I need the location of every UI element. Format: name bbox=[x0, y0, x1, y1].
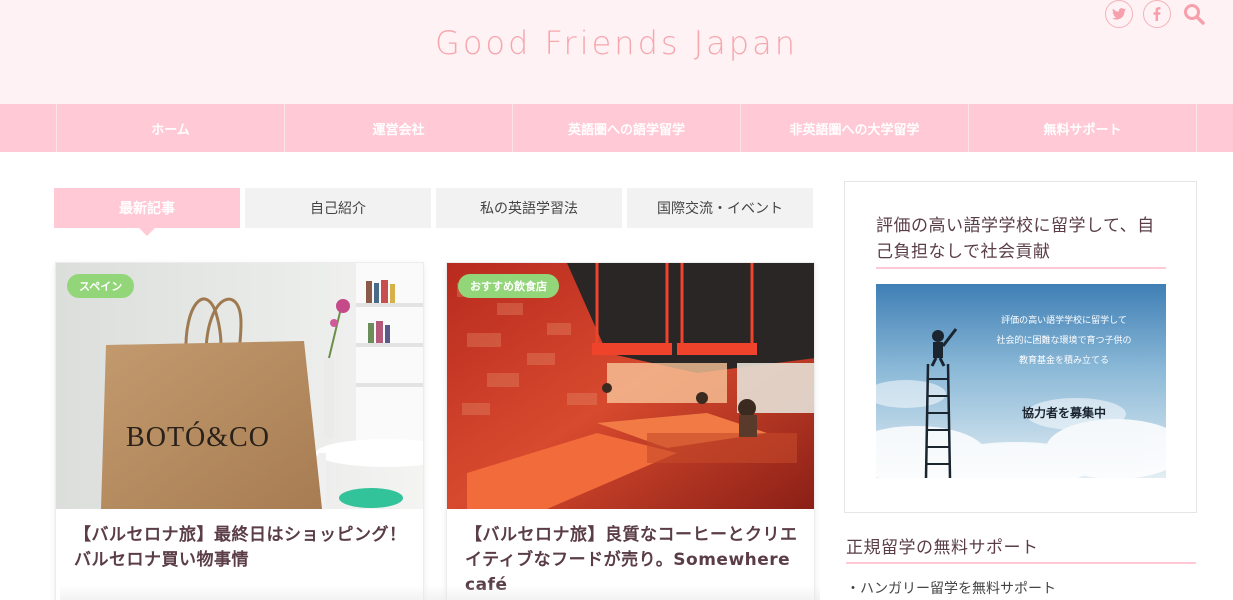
article-card[interactable]: BOTÓ&CO スペイン 【バルセロナ旅】最終日はショッピング！バルセロナ買い物… bbox=[55, 262, 424, 600]
tab-events[interactable]: 国際交流・イベント bbox=[627, 188, 813, 228]
search-icon[interactable] bbox=[1181, 1, 1207, 27]
article-tabs: 最新記事 自己紹介 私の英語学習法 国際交流・イベント bbox=[54, 188, 813, 236]
global-nav: ホーム 運営会社 英語圏への語学留学 非英語圏への大学留学 無料サポート bbox=[0, 104, 1233, 152]
section-title: 正規留学の無料サポート bbox=[846, 533, 1196, 564]
site-header: Good Friends Japan bbox=[0, 0, 1233, 104]
banner-line-2: 社会的に困難な環境で育つ子供の bbox=[996, 334, 1131, 346]
donation-banner[interactable]: 評価の高い語学学校に留学して 社会的に困難な環境で育つ子供の 教育基金を積み立て… bbox=[876, 284, 1166, 478]
banner-line-1: 評価の高い語学学校に留学して bbox=[1001, 314, 1127, 326]
nav-item-company[interactable]: 運営会社 bbox=[285, 104, 513, 152]
article-title[interactable]: 【バルセロナ旅】良質なコーヒーとクリエイティブなフードが売り。Somewhere… bbox=[447, 509, 814, 598]
article-title[interactable]: 【バルセロナ旅】最終日はショッピング！バルセロナ買い物事情 bbox=[56, 509, 423, 573]
header-icons bbox=[1105, 0, 1207, 28]
widget-title: 評価の高い語学学校に留学して、自己負担なしで社会貢献 bbox=[876, 213, 1166, 269]
banner-cta: 協力者を募集中 bbox=[1022, 405, 1106, 420]
nav-item-university-study[interactable]: 非英語圏への大学留学 bbox=[741, 104, 969, 152]
tab-latest[interactable]: 最新記事 bbox=[54, 188, 240, 236]
nav-item-english-study[interactable]: 英語圏への語学留学 bbox=[513, 104, 741, 152]
sidebar-link[interactable]: ・ハンガリー留学を無料サポート bbox=[846, 578, 1056, 598]
banner-line-3: 教育基金を積み立てる bbox=[1019, 354, 1109, 366]
category-badge[interactable]: おすすめ飲食店 bbox=[458, 274, 559, 298]
nav-item-home[interactable]: ホーム bbox=[57, 104, 285, 152]
facebook-icon[interactable] bbox=[1143, 0, 1171, 28]
article-thumbnail[interactable]: おすすめ飲食店 bbox=[447, 263, 814, 509]
tab-profile[interactable]: 自己紹介 bbox=[245, 188, 431, 228]
bag-logo-text: BOTÓ&CO bbox=[126, 422, 270, 453]
tab-english-method[interactable]: 私の英語学習法 bbox=[436, 188, 622, 228]
site-title[interactable]: Good Friends Japan bbox=[0, 24, 1233, 62]
sidebar-widget: 評価の高い語学学校に留学して、自己負担なしで社会貢献 評価の高い語学学校に留学し… bbox=[844, 181, 1197, 513]
nav-item-free-support[interactable]: 無料サポート bbox=[969, 104, 1197, 152]
twitter-icon[interactable] bbox=[1105, 0, 1133, 28]
category-badge[interactable]: スペイン bbox=[67, 274, 135, 298]
article-card[interactable]: おすすめ飲食店 【バルセロナ旅】良質なコーヒーとクリエイティブなフードが売り。S… bbox=[446, 262, 815, 600]
article-thumbnail[interactable]: BOTÓ&CO スペイン bbox=[56, 263, 423, 509]
